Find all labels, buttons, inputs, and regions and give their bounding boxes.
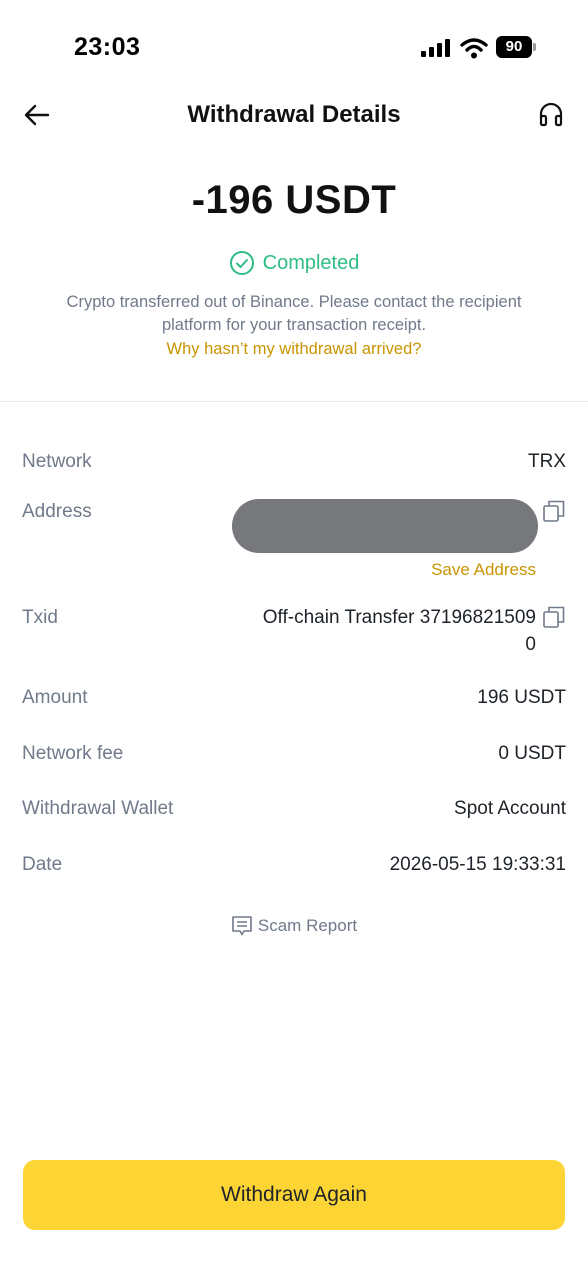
wifi-icon <box>460 38 488 59</box>
status-description: Crypto transferred out of Binance. Pleas… <box>66 293 522 334</box>
network-fee-value: 0 USDT <box>498 743 566 764</box>
battery-level: 90 <box>505 38 523 55</box>
divider <box>0 401 588 402</box>
header: Withdrawal Details <box>0 92 588 138</box>
scam-report-label: Scam Report <box>257 916 358 935</box>
withdrawal-wallet-value: Spot Account <box>454 798 566 819</box>
address-label: Address <box>22 501 92 522</box>
date-label: Date <box>22 854 63 875</box>
redacted-address <box>232 499 538 553</box>
back-arrow-icon <box>24 104 50 126</box>
network-fee-label: Network fee <box>22 743 124 764</box>
status-bar: 23:03 90 <box>0 0 588 96</box>
scam-report-icon <box>232 916 252 936</box>
withdrawal-wallet-label: Withdrawal Wallet <box>22 798 174 819</box>
withdrawal-help-link[interactable]: Why hasn’t my withdrawal arrived? <box>0 340 588 359</box>
scam-report-button[interactable]: Scam Report <box>0 915 588 937</box>
amount-value: 196 USDT <box>477 687 566 708</box>
txid-label: Txid <box>22 607 58 628</box>
txid-value-line1: Off-chain Transfer 37196821509 <box>262 607 536 628</box>
check-circle-icon <box>229 251 254 275</box>
support-button[interactable] <box>534 100 568 130</box>
page-title: Withdrawal Details <box>187 101 401 128</box>
withdrawal-details-screen: 23:03 90 Withdrawal Details -196 USDT Co… <box>0 0 588 1280</box>
withdrawal-amount: -196 USDT <box>191 178 397 222</box>
status-label: Completed <box>262 251 360 274</box>
signal-icon <box>421 39 450 57</box>
status-row: Completed <box>0 250 588 276</box>
headset-icon <box>539 102 563 127</box>
battery-icon: 90 <box>496 36 538 58</box>
network-value: TRX <box>528 451 566 472</box>
copy-address-icon[interactable] <box>543 500 565 522</box>
save-address-link[interactable]: Save Address <box>431 560 536 580</box>
status-time: 23:03 <box>74 33 141 61</box>
amount-label: Amount <box>22 687 88 708</box>
back-button[interactable] <box>20 100 54 130</box>
txid-value-line2: 0 <box>525 634 536 655</box>
date-value: 2026-05-15 19:33:31 <box>389 854 566 875</box>
withdraw-again-button[interactable]: Withdraw Again <box>23 1160 565 1230</box>
network-label: Network <box>22 451 92 472</box>
copy-txid-icon[interactable] <box>543 606 565 628</box>
